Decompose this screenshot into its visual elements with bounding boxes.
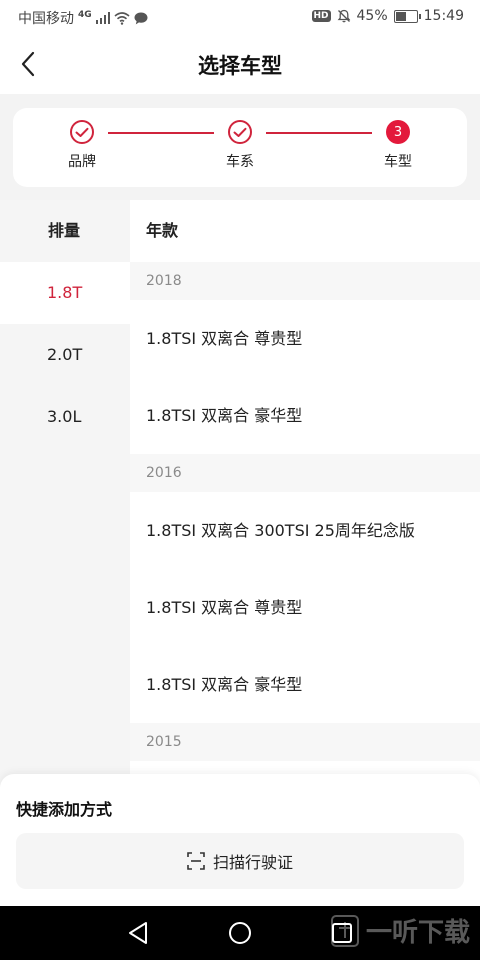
battery-icon [393, 9, 421, 23]
hd-badge: HD [311, 10, 331, 22]
mute-bell-icon [337, 9, 350, 23]
page-title: 选择车型 [198, 54, 282, 78]
network-type: 4G [78, 10, 92, 20]
battery-percent: 45% [356, 8, 388, 24]
scan-license-button[interactable]: 扫描行驶证 [16, 833, 464, 889]
displacement-header: 排量 [0, 200, 130, 262]
displacement-item[interactable]: 2.0T [0, 324, 130, 386]
watermark-logo-icon [330, 914, 359, 947]
year-group-header: 2018 [130, 262, 480, 300]
watermark-text: 一听下载 [365, 918, 470, 948]
step-connector [266, 132, 372, 134]
circle-home-icon [229, 922, 251, 944]
carrier-name: 中国移动 [18, 11, 74, 27]
displacement-item[interactable]: 1.8T [0, 262, 130, 324]
step-label: 车型 [384, 154, 412, 170]
nav-header: 选择车型 [0, 34, 480, 94]
watermark: 一听下载 [330, 912, 470, 949]
displacement-item[interactable]: 3.0L [0, 386, 130, 448]
year-group-header: 2016 [130, 454, 480, 492]
step-label: 品牌 [68, 154, 96, 170]
status-bar: 中国移动 4G HD 45% 15:49 [0, 0, 480, 34]
quick-add-sheet: 快捷添加方式 扫描行驶证 [0, 774, 480, 906]
model-item[interactable]: 1.8TSI 双离合 豪华型 [130, 646, 480, 723]
quick-add-title: 快捷添加方式 [16, 800, 113, 819]
steps-area: 品牌 车系 3 车型 [0, 94, 480, 200]
model-item[interactable]: 1.8TSI 双离合 尊贵型 [130, 300, 480, 377]
scan-label: 扫描行驶证 [212, 853, 293, 872]
triangle-back-icon [129, 922, 147, 944]
step-label: 车系 [226, 154, 254, 170]
model-item[interactable]: 1.8TSI 双离合 300TSI 25周年纪念版 [130, 492, 480, 569]
step-series[interactable]: 车系 [210, 120, 270, 171]
wifi-icon [114, 11, 130, 25]
model-item[interactable]: 1.8TSI 双离合 豪华型 [130, 377, 480, 454]
check-icon [228, 120, 252, 144]
step-indicator: 品牌 车系 3 车型 [13, 108, 467, 187]
step-number: 3 [386, 120, 410, 144]
nav-home-button[interactable] [226, 919, 254, 947]
year-header-label: 年款 [130, 200, 480, 262]
app-screen: 中国移动 4G HD 45% 15:49 选择车型 品牌 车系 3 车型 排量 … [0, 0, 480, 960]
step-connector [108, 132, 214, 134]
year-group-header: 2015 [130, 723, 480, 761]
step-brand[interactable]: 品牌 [52, 120, 112, 171]
nav-back-button[interactable] [124, 919, 152, 947]
scan-icon [187, 852, 205, 870]
signal-icon [95, 12, 110, 24]
model-item[interactable]: 1.8TSI 双离合 尊贵型 [130, 569, 480, 646]
check-icon [70, 120, 94, 144]
clock: 15:49 [423, 8, 464, 24]
message-icon [134, 12, 148, 24]
step-model: 3 车型 [368, 120, 428, 171]
